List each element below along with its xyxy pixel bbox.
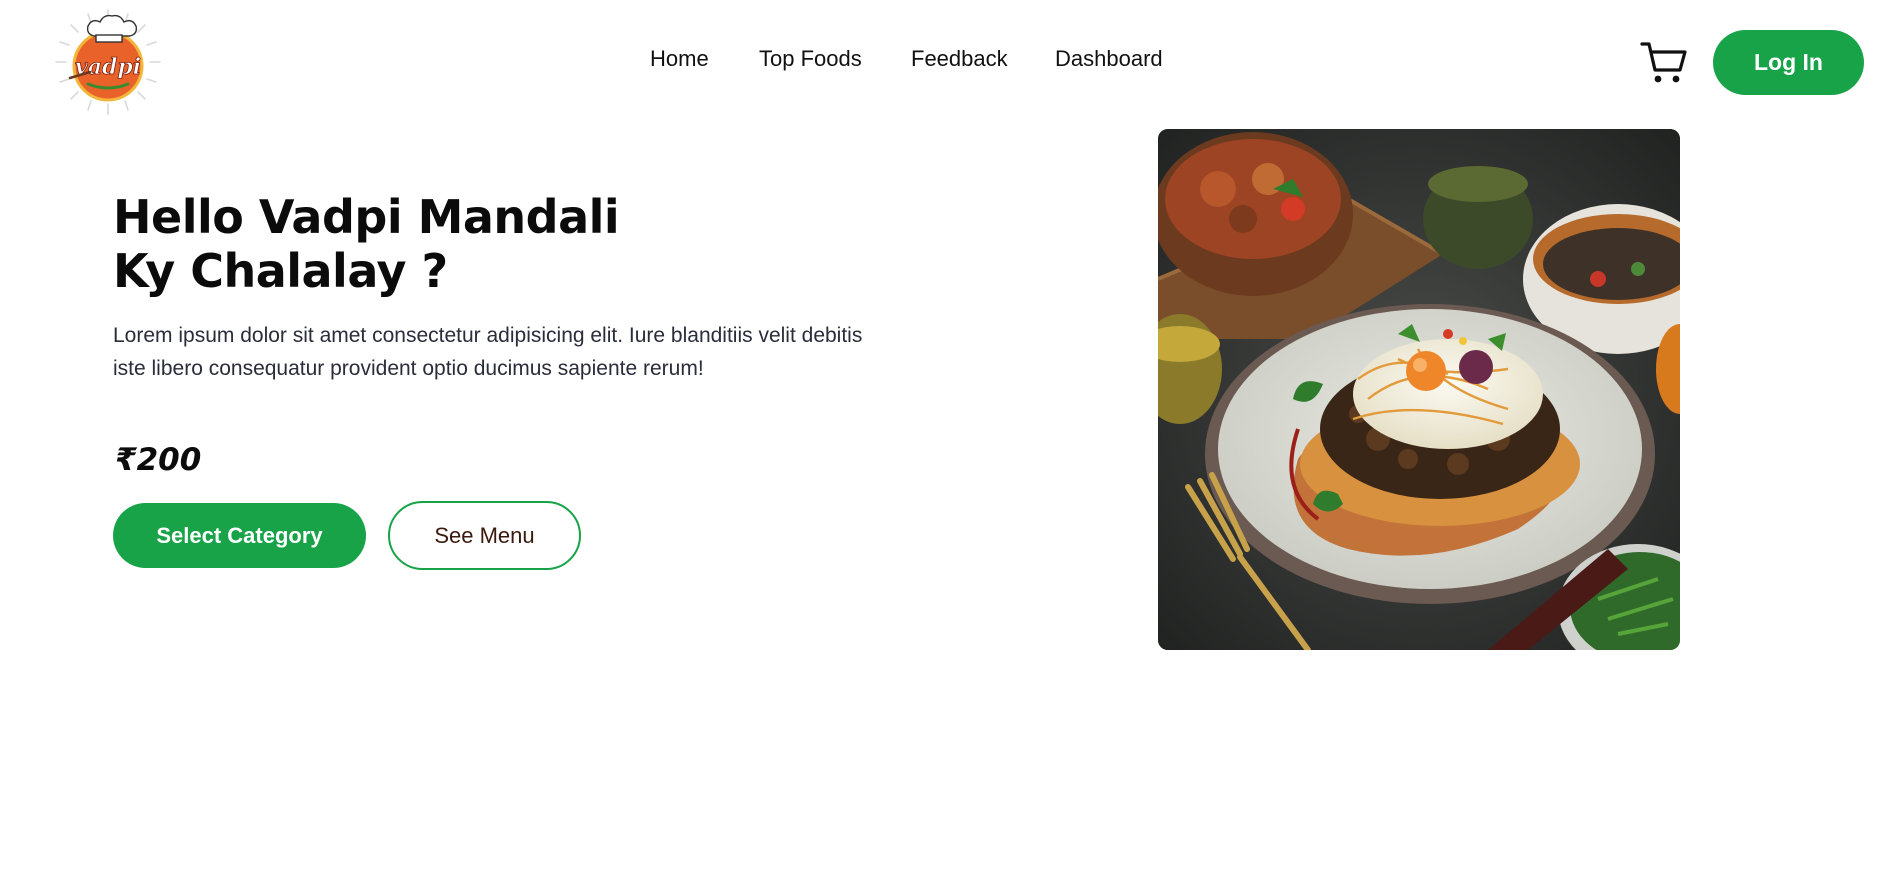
cart-icon <box>1640 42 1687 83</box>
hero-description: Lorem ipsum dolor sit amet consectetur a… <box>113 324 863 380</box>
hero-title-line-2: Ky Chalalay ? <box>113 244 448 298</box>
hero-title-line-1: Hello Vadpi Mandali <box>113 190 620 244</box>
brand-logo[interactable]: vadpi <box>52 6 164 118</box>
nav-dashboard[interactable]: Dashboard <box>1055 46 1163 72</box>
nav-feedback[interactable]: Feedback <box>911 46 1008 72</box>
page: vadpi Home Top Foods Feedback Dashboard … <box>0 0 1877 896</box>
hero-title: Hello Vadpi Mandali Ky Chalalay ? <box>113 190 620 298</box>
navbar: vadpi Home Top Foods Feedback Dashboard … <box>0 0 1877 125</box>
chef-hat-logo-icon: vadpi <box>55 9 161 115</box>
hero-food-image <box>1158 129 1680 650</box>
cart-button[interactable] <box>1640 40 1688 86</box>
svg-text:vadpi: vadpi <box>75 54 141 80</box>
select-category-button[interactable]: Select Category <box>113 503 366 568</box>
plated-dish-photo <box>1158 129 1680 650</box>
nav-home[interactable]: Home <box>650 46 709 72</box>
see-menu-button[interactable]: See Menu <box>388 501 581 570</box>
login-button[interactable]: Log In <box>1713 30 1864 95</box>
price-label: ₹200 <box>115 442 202 478</box>
nav-top-foods[interactable]: Top Foods <box>759 46 862 72</box>
